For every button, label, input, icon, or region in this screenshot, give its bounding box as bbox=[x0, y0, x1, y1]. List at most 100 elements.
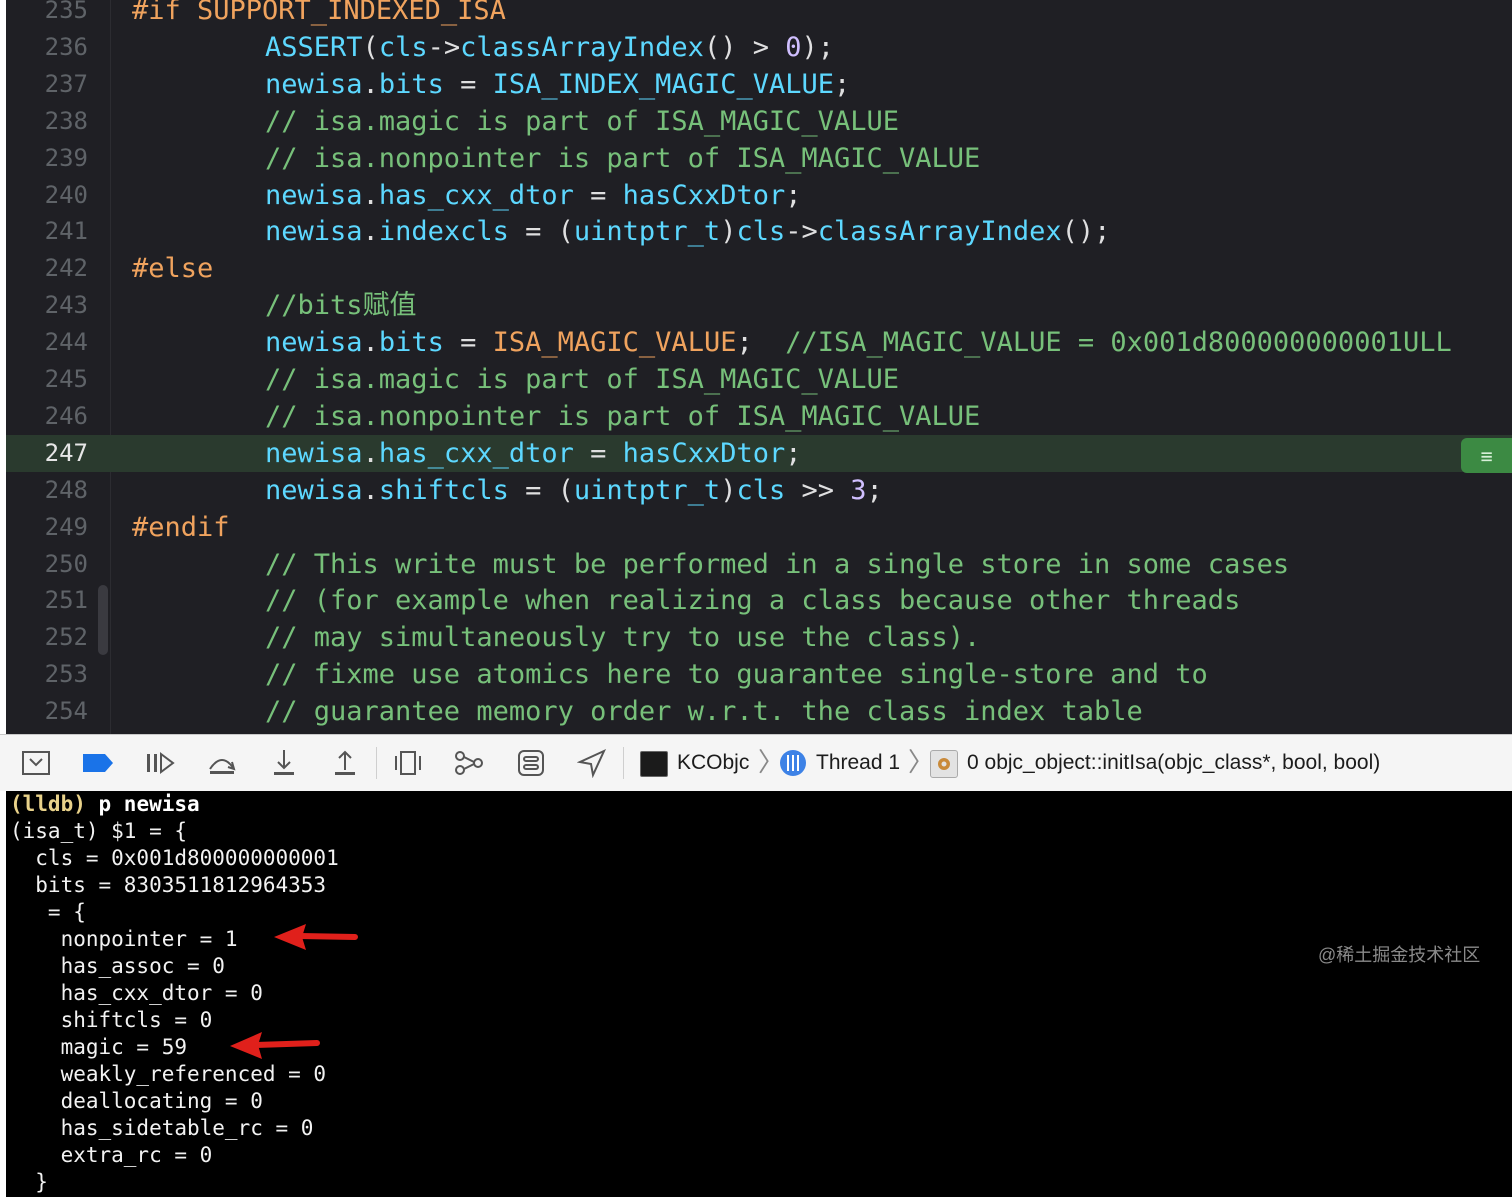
code-text: //bits赋值 bbox=[265, 287, 417, 324]
code-token: = ( bbox=[508, 474, 574, 506]
code-token: newisa bbox=[265, 68, 363, 100]
line-number[interactable]: 251 bbox=[6, 582, 88, 619]
line-number[interactable]: 247 bbox=[6, 435, 88, 472]
red-arrow-icon bbox=[230, 1032, 320, 1059]
code-line[interactable]: 245 // isa.magic is part of ISA_MAGIC_VAL… bbox=[6, 361, 1512, 398]
code-line[interactable]: 240 newisa.has_cxx_dtor = hasCxxDtor; bbox=[6, 177, 1512, 214]
source-editor[interactable]: 235 #if SUPPORT_INDEXED_ISA 236 ASSERT(cls-… bbox=[0, 0, 1512, 734]
console-output-line: bits = 8303511812964353 bbox=[10, 873, 327, 897]
code-text: ASSERT(cls->classArrayIndex() > 0); bbox=[265, 29, 834, 66]
line-number[interactable]: 248 bbox=[6, 472, 88, 509]
code-line[interactable]: 251 // (for example when realizing a clas… bbox=[6, 582, 1512, 619]
code-line[interactable]: 242 #else bbox=[6, 250, 1512, 287]
code-token: has_cxx_dtor bbox=[378, 437, 574, 469]
breadcrumb-frame[interactable]: 0 objc_object::initIsa(objc_class*, bool… bbox=[967, 749, 1380, 777]
step-out-icon[interactable] bbox=[327, 745, 363, 781]
code-token: has_cxx_dtor bbox=[378, 179, 574, 211]
code-token: indexcls bbox=[378, 216, 509, 248]
code-token: newisa bbox=[265, 327, 363, 359]
code-line[interactable]: 250 // This write must be performed in a … bbox=[6, 546, 1512, 583]
line-number[interactable]: 235 bbox=[6, 0, 88, 29]
line-number[interactable]: 245 bbox=[6, 361, 88, 398]
code-token: #else bbox=[132, 253, 214, 285]
breakpoint-indicator-icon[interactable]: ≡ bbox=[1461, 438, 1512, 473]
console-output-line: nonpointer = 1 bbox=[10, 927, 238, 951]
memory-graph-icon[interactable] bbox=[451, 745, 487, 781]
hide-debug-area-icon[interactable] bbox=[18, 745, 54, 781]
code-line[interactable]: 238 // isa.magic is part of ISA_MAGIC_VAL… bbox=[6, 103, 1512, 140]
line-number[interactable]: 252 bbox=[6, 619, 88, 656]
code-token: newisa bbox=[265, 474, 363, 506]
code-token: bits bbox=[378, 68, 444, 100]
breadcrumb-target[interactable]: KCObjc bbox=[677, 749, 749, 777]
step-over-icon[interactable] bbox=[204, 745, 240, 781]
line-number[interactable]: 237 bbox=[6, 66, 88, 103]
code-token: // may simultaneously try to use the cla… bbox=[265, 622, 981, 654]
code-token: //bits赋值 bbox=[265, 290, 417, 322]
code-line[interactable]: 246 // isa.nonpointer is part of ISA_MAGI… bbox=[6, 398, 1512, 435]
line-number[interactable]: 238 bbox=[6, 103, 88, 140]
code-token: newisa bbox=[265, 437, 363, 469]
simulate-location-icon[interactable] bbox=[574, 745, 610, 781]
breadcrumb-thread[interactable]: Thread 1 bbox=[816, 749, 900, 777]
line-number[interactable]: 250 bbox=[6, 546, 88, 583]
code-token: . bbox=[362, 179, 379, 211]
console-output-line: deallocating = 0 bbox=[10, 1089, 263, 1113]
code-token: = bbox=[443, 327, 493, 359]
code-token: . bbox=[362, 474, 379, 506]
line-number[interactable]: 253 bbox=[6, 656, 88, 693]
console-output-line: weakly_referenced = 0 bbox=[10, 1062, 327, 1086]
line-number[interactable]: 239 bbox=[6, 140, 88, 177]
code-line[interactable]: 252 // may simultaneously try to use the … bbox=[6, 619, 1512, 656]
code-line[interactable]: 254 // guarantee memory order w.r.t. the … bbox=[6, 693, 1512, 730]
current-code-line[interactable]: 247 newisa.has_cxx_dtor = hasCxxDtor; bbox=[6, 434, 1512, 472]
code-line[interactable]: 239 // isa.nonpointer is part of ISA_MAGI… bbox=[6, 140, 1512, 177]
code-token: // guarantee memory order w.r.t. the cla… bbox=[265, 696, 1143, 728]
code-token: // (for example when realizing a class b… bbox=[265, 585, 1241, 617]
terminal-app-icon bbox=[640, 751, 668, 777]
debug-toolbar: KCObjc 〉 Thread 1 〉 0 objc_object::initI… bbox=[0, 734, 1512, 792]
code-line[interactable]: 244 newisa.bits = ISA_MAGIC_VALUE; //ISA_… bbox=[6, 324, 1512, 361]
code-token: classArrayIndex bbox=[817, 216, 1062, 248]
line-number[interactable]: 254 bbox=[6, 693, 88, 730]
line-number[interactable]: 241 bbox=[6, 213, 88, 250]
continue-icon[interactable] bbox=[142, 745, 178, 781]
code-line[interactable]: 235 #if SUPPORT_INDEXED_ISA bbox=[6, 0, 1512, 29]
line-number[interactable]: 249 bbox=[6, 509, 88, 546]
code-text: // guarantee memory order w.r.t. the cla… bbox=[265, 693, 1143, 730]
code-token: = bbox=[573, 179, 623, 211]
line-number[interactable]: 236 bbox=[6, 29, 88, 66]
code-line[interactable]: 253 // fixme use atomics here to guarante… bbox=[6, 656, 1512, 693]
code-line[interactable]: 237 newisa.bits = ISA_INDEX_MAGIC_VALUE; bbox=[6, 66, 1512, 103]
lldb-console[interactable]: (lldb) p newisa (isa_t) $1 = { cls = 0x0… bbox=[0, 791, 1512, 1197]
code-line[interactable]: 243 //bits赋值 bbox=[6, 287, 1512, 324]
code-text: // (for example when realizing a class b… bbox=[265, 582, 1240, 619]
line-number[interactable]: 240 bbox=[6, 177, 88, 214]
code-text: #else bbox=[132, 250, 213, 287]
code-line[interactable]: 236 ASSERT(cls->classArrayIndex() > 0); bbox=[6, 29, 1512, 66]
code-text: newisa.has_cxx_dtor = hasCxxDtor; bbox=[265, 435, 802, 472]
line-number[interactable]: 244 bbox=[6, 324, 88, 361]
line-number[interactable]: 246 bbox=[6, 398, 88, 435]
code-text: #if SUPPORT_INDEXED_ISA bbox=[132, 0, 506, 29]
code-text: newisa.indexcls = (uintptr_t)cls->classA… bbox=[265, 213, 1110, 250]
code-token: #if SUPPORT_INDEXED_ISA bbox=[132, 0, 506, 26]
console-prompt-line: (lldb) p newisa bbox=[10, 791, 200, 818]
code-line[interactable]: 241 newisa.indexcls = (uintptr_t)cls->cla… bbox=[6, 213, 1512, 250]
thread-icon bbox=[779, 749, 807, 782]
code-line[interactable]: 248 newisa.shiftcls = (uintptr_t)cls >> 3… bbox=[6, 472, 1512, 509]
code-text: // This write must be performed in a sin… bbox=[265, 546, 1289, 583]
code-line[interactable]: 249 #endif bbox=[6, 509, 1512, 546]
editor-scrollbar[interactable] bbox=[98, 585, 108, 655]
line-number[interactable]: 243 bbox=[6, 287, 88, 324]
environment-overrides-icon[interactable] bbox=[513, 745, 549, 781]
code-text: // isa.nonpointer is part of ISA_MAGIC_V… bbox=[265, 140, 980, 177]
breakpoints-toggle-icon[interactable] bbox=[80, 745, 116, 781]
code-text: #endif bbox=[132, 509, 230, 546]
step-into-icon[interactable] bbox=[266, 745, 302, 781]
code-token: cls bbox=[736, 474, 786, 506]
code-text: // may simultaneously try to use the cla… bbox=[265, 619, 980, 656]
stack-frame-icon bbox=[930, 750, 958, 778]
view-hierarchy-icon[interactable] bbox=[390, 745, 426, 781]
line-number[interactable]: 242 bbox=[6, 250, 88, 287]
